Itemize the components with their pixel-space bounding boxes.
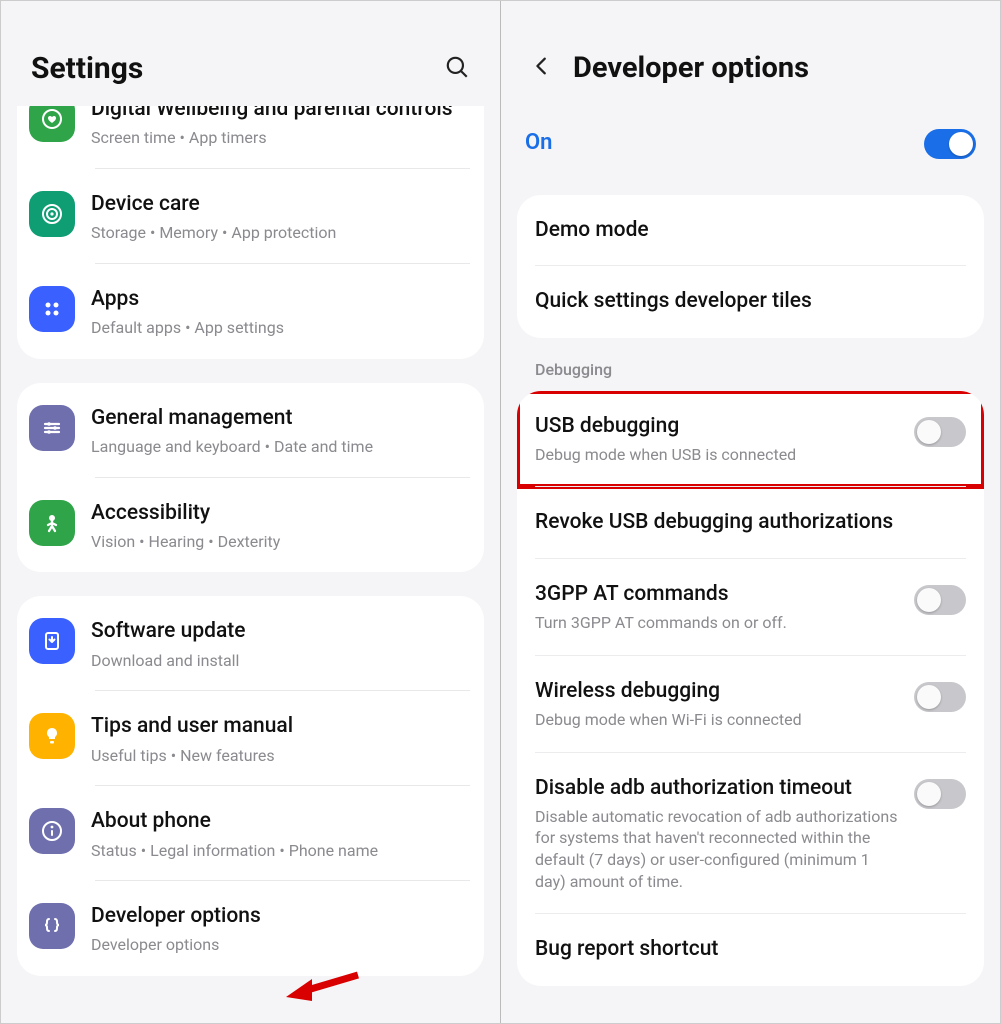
braces-icon: [29, 903, 75, 949]
dev-row-title: Demo mode: [535, 217, 966, 244]
settings-row-heart[interactable]: Digital Wellbeing and parental controls S…: [17, 106, 484, 169]
dev-row-title: Revoke USB debugging authorizations: [535, 509, 966, 536]
settings-row-title: Software update: [91, 618, 470, 645]
dev-row-title: 3GPP AT commands: [535, 581, 900, 608]
search-icon[interactable]: [444, 54, 470, 84]
settings-row-text: About phone Status • Legal information • …: [91, 806, 470, 861]
dev-row-title: Disable adb authorization timeout: [535, 775, 900, 802]
section-header-debugging: Debugging: [501, 338, 1000, 385]
settings-row-download[interactable]: Software update Download and install: [17, 596, 484, 691]
settings-row-title: About phone: [91, 808, 470, 835]
dev-row-title: Quick settings developer tiles: [535, 288, 966, 315]
dev-row-subtitle: Debug mode when Wi-Fi is connected: [535, 709, 900, 731]
settings-row-text: Tips and user manual Useful tips • New fe…: [91, 711, 470, 766]
dev-row[interactable]: Wireless debugging Debug mode when Wi-Fi …: [517, 656, 984, 753]
settings-card: Digital Wellbeing and parental controls S…: [17, 106, 484, 359]
settings-row-title: Accessibility: [91, 500, 470, 527]
dev-row-title: Wireless debugging: [535, 678, 900, 705]
info-icon: [29, 808, 75, 854]
dev-row[interactable]: Disable adb authorization timeout Disable…: [517, 753, 984, 915]
dev-row[interactable]: Demo mode: [517, 195, 984, 266]
apps-icon: [29, 286, 75, 332]
settings-header: Settings: [1, 1, 500, 114]
dev-row[interactable]: USB debugging Debug mode when USB is conn…: [517, 391, 984, 488]
settings-row-title: Developer options: [91, 903, 470, 930]
dev-row-subtitle: Disable automatic revocation of adb auth…: [535, 806, 900, 892]
settings-row-subtitle: Status • Legal information • Phone name: [91, 840, 470, 862]
settings-row-title: Device care: [91, 191, 470, 218]
settings-row-text: General management Language and keyboard …: [91, 403, 470, 458]
download-icon: [29, 618, 75, 664]
settings-row-subtitle: Download and install: [91, 650, 470, 672]
dev-row[interactable]: Revoke USB debugging authorizations: [517, 487, 984, 558]
heart-icon: [29, 106, 75, 142]
page-title: Developer options: [573, 51, 809, 85]
master-toggle-row[interactable]: On: [501, 101, 1000, 189]
master-toggle[interactable]: [924, 129, 976, 159]
dev-row-subtitle: Debug mode when USB is connected: [535, 444, 900, 466]
settings-pane: Settings Digital Wellbeing and parental …: [1, 1, 500, 1023]
dev-row[interactable]: Quick settings developer tiles: [517, 266, 984, 337]
settings-row-text: Digital Wellbeing and parental controls S…: [91, 106, 470, 149]
developer-header: Developer options: [501, 1, 1000, 101]
settings-row-text: Software update Download and install: [91, 616, 470, 671]
settings-row-text: Developer options Developer options: [91, 901, 470, 956]
dev-row[interactable]: 3GPP AT commands Turn 3GPP AT commands on…: [517, 559, 984, 656]
settings-row-spiral[interactable]: Device care Storage • Memory • App protec…: [17, 169, 484, 264]
settings-row-text: Accessibility Vision • Hearing • Dexterit…: [91, 498, 470, 553]
settings-row-title: Tips and user manual: [91, 713, 470, 740]
bulb-icon: [29, 713, 75, 759]
settings-row-sliders[interactable]: General management Language and keyboard …: [17, 383, 484, 478]
settings-row-subtitle: Storage • Memory • App protection: [91, 222, 470, 244]
toggle[interactable]: [914, 682, 966, 712]
settings-row-subtitle: Developer options: [91, 934, 470, 956]
dev-row[interactable]: Bug report shortcut: [517, 914, 984, 985]
toggle[interactable]: [914, 417, 966, 447]
back-icon[interactable]: [531, 55, 553, 81]
dev-row-title: USB debugging: [535, 413, 900, 440]
settings-row-braces[interactable]: Developer options Developer options: [17, 881, 484, 976]
sliders-icon: [29, 405, 75, 451]
settings-card: General management Language and keyboard …: [17, 383, 484, 573]
settings-row-bulb[interactable]: Tips and user manual Useful tips • New fe…: [17, 691, 484, 786]
settings-row-info[interactable]: About phone Status • Legal information • …: [17, 786, 484, 881]
developer-options-pane: Developer options On Demo mode Quick sett…: [501, 1, 1000, 1023]
debugging-card: USB debugging Debug mode when USB is conn…: [517, 391, 984, 986]
spiral-icon: [29, 191, 75, 237]
dev-row-title: Bug report shortcut: [535, 936, 966, 963]
toggle[interactable]: [914, 779, 966, 809]
page-title: Settings: [31, 51, 143, 86]
settings-row-title: Apps: [91, 286, 470, 313]
settings-row-subtitle: Vision • Hearing • Dexterity: [91, 531, 470, 553]
settings-row-subtitle: Screen time • App timers: [91, 127, 470, 149]
settings-card: Software update Download and install Tips …: [17, 596, 484, 976]
settings-row-person[interactable]: Accessibility Vision • Hearing • Dexterit…: [17, 478, 484, 573]
settings-row-subtitle: Language and keyboard • Date and time: [91, 436, 470, 458]
settings-row-text: Apps Default apps • App settings: [91, 284, 470, 339]
settings-row-text: Device care Storage • Memory • App protec…: [91, 189, 470, 244]
settings-row-title: Digital Wellbeing and parental controls: [91, 106, 470, 123]
person-icon: [29, 500, 75, 546]
settings-row-subtitle: Default apps • App settings: [91, 317, 470, 339]
dev-row-subtitle: Turn 3GPP AT commands on or off.: [535, 612, 900, 634]
settings-row-title: General management: [91, 405, 470, 432]
toggle[interactable]: [914, 585, 966, 615]
settings-row-subtitle: Useful tips • New features: [91, 745, 470, 767]
master-toggle-label: On: [525, 130, 552, 155]
settings-row-apps[interactable]: Apps Default apps • App settings: [17, 264, 484, 359]
developer-top-card: Demo mode Quick settings developer tiles: [517, 195, 984, 338]
